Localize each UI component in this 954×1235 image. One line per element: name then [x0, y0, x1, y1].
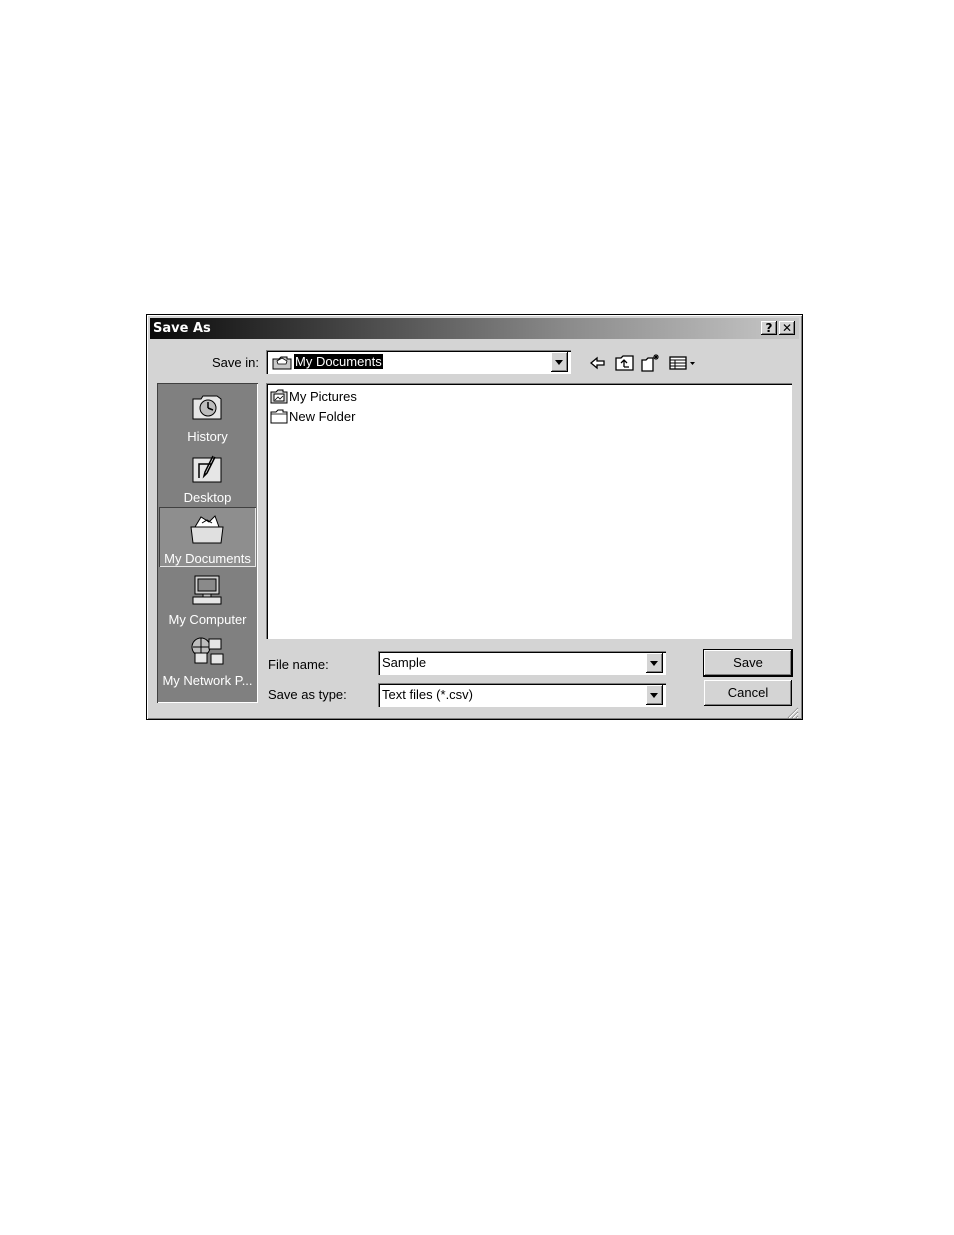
folder-icon	[270, 409, 288, 424]
chevron-down-icon	[555, 360, 563, 365]
history-icon	[192, 395, 222, 420]
cancel-button[interactable]: Cancel	[704, 680, 792, 706]
file-name: My Pictures	[289, 389, 357, 404]
chevron-down-icon	[650, 693, 658, 698]
my-network-places-icon	[191, 637, 224, 665]
pictures-folder-icon	[270, 389, 288, 404]
place-history[interactable]: History	[159, 385, 256, 445]
views-menu-icon[interactable]	[668, 353, 700, 373]
my-computer-icon	[192, 575, 222, 605]
back-icon[interactable]	[587, 353, 609, 373]
save-as-type-label: Save as type:	[268, 687, 347, 702]
title-bar[interactable]: Save As ? ✕	[150, 318, 799, 339]
file-name-dropdown-button[interactable]	[646, 653, 663, 673]
save-in-dropdown-button[interactable]	[551, 352, 568, 372]
save-as-type-value: Text files (*.csv)	[382, 687, 474, 702]
chevron-down-icon	[650, 661, 658, 666]
place-label: History	[187, 429, 228, 444]
place-my-computer[interactable]: My Computer	[159, 568, 256, 628]
save-in-value: My Documents	[293, 353, 384, 370]
up-folder-icon[interactable]	[614, 353, 636, 373]
place-desktop[interactable]: Desktop	[159, 446, 256, 506]
place-label: Desktop	[183, 490, 232, 505]
save-as-dialog: Save As ? ✕ Save in: My Documents Histor…	[146, 314, 803, 720]
close-button[interactable]: ✕	[779, 321, 795, 335]
help-button[interactable]: ?	[761, 321, 777, 335]
place-my-network-places[interactable]: My Network P...	[159, 629, 256, 689]
save-as-type-dropdown-button[interactable]	[646, 685, 663, 705]
place-label: My Computer	[168, 612, 247, 627]
new-folder-icon[interactable]	[640, 353, 662, 373]
place-my-documents[interactable]: My Documents	[159, 507, 256, 567]
file-name-label: File name:	[268, 657, 329, 672]
places-bar: History Desktop My Documents My Computer…	[157, 383, 258, 703]
my-documents-icon	[190, 515, 224, 544]
save-in-label: Save in:	[212, 355, 259, 370]
save-as-type-dropdown[interactable]: Text files (*.csv)	[378, 683, 666, 707]
file-list[interactable]: My Pictures New Folder	[266, 383, 792, 639]
my-documents-small-icon	[272, 356, 292, 370]
window-title: Save As	[153, 321, 211, 336]
save-button[interactable]: Save	[703, 649, 793, 677]
resize-grip-icon[interactable]	[785, 705, 799, 719]
save-in-dropdown[interactable]: My Documents	[266, 350, 571, 374]
desktop-icon	[192, 455, 222, 483]
file-name-field[interactable]: Sample	[378, 651, 666, 675]
file-name: New Folder	[289, 409, 356, 424]
file-name-value: Sample	[382, 655, 427, 670]
place-label: My Network P...	[162, 673, 253, 688]
place-label: My Documents	[164, 551, 251, 566]
